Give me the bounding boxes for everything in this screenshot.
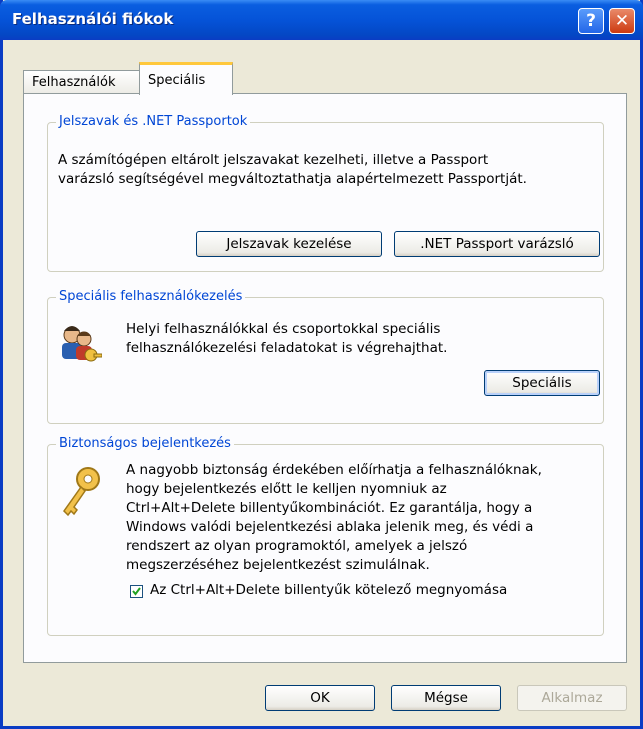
secure-logon-title: Biztonságos bejelentkezés — [56, 436, 234, 451]
close-icon[interactable]: ✕ — [609, 8, 635, 34]
secure-logon-line6: megszerzéséhez bejelentkezést szimulálna… — [126, 557, 430, 573]
passwords-group: Jelszavak és .NET Passportok A számítógé… — [47, 114, 604, 272]
users-keys-icon — [62, 326, 102, 362]
secure-logon-line3: Ctrl+Alt+Delete billentyűkombinációt. Ez… — [126, 500, 533, 516]
tab-panel-advanced: Jelszavak és .NET Passportok A számítógé… — [23, 93, 627, 663]
advanced-button[interactable]: Speciális — [484, 370, 600, 396]
user-accounts-window: Felhasználói fiókok ? ✕ Felhasználók Spe… — [0, 0, 643, 729]
title-bar[interactable]: Felhasználói fiókok ? ✕ — [0, 0, 643, 40]
cancel-button[interactable]: Mégse — [391, 685, 501, 711]
apply-button[interactable]: Alkalmaz — [517, 685, 627, 711]
secure-logon-line2: hogy bejelentkezés előtt le kelljen nyom… — [126, 481, 447, 497]
passwords-group-title: Jelszavak és .NET Passportok — [56, 114, 251, 129]
advanced-user-description-line2: felhasználókezelési feladatokat is végre… — [126, 340, 448, 356]
advanced-user-management-title: Speciális felhasználókezelés — [56, 289, 246, 304]
ok-button[interactable]: OK — [265, 685, 375, 711]
tab-users[interactable]: Felhasználók — [23, 70, 141, 94]
advanced-user-management-group: Speciális felhasználókezelés Helyi felha… — [47, 289, 604, 424]
window-title: Felhasználói fiókok — [12, 10, 174, 28]
help-icon[interactable]: ? — [578, 8, 604, 34]
ctrl-alt-delete-checkbox[interactable] — [130, 585, 143, 598]
key-icon — [63, 467, 100, 517]
advanced-user-description-line1: Helyi felhasználókkal és csoportokkal sp… — [126, 321, 441, 337]
checkmark-icon — [132, 587, 141, 596]
secure-logon-line4: Windows valódi bejelentkezési ablaka jel… — [126, 519, 534, 535]
ctrl-alt-delete-checkbox-label[interactable]: Az Ctrl+Alt+Delete billentyűk kötelező m… — [150, 581, 507, 600]
net-passport-wizard-button[interactable]: .NET Passport varázsló — [394, 231, 600, 257]
passwords-description-line2: varázsló segítségével megváltoztathatja … — [58, 171, 527, 187]
manage-passwords-button[interactable]: Jelszavak kezelése — [196, 231, 382, 257]
passwords-description-line1: A számítógépen eltárolt jelszavakat keze… — [58, 152, 489, 168]
secure-logon-line5: rendszert az olyan programoktól, amelyek… — [126, 538, 468, 554]
secure-logon-line1: A nagyobb biztonság érdekében előírhatja… — [126, 462, 542, 478]
tab-advanced[interactable]: Speciális — [139, 62, 233, 95]
secure-logon-group: Biztonságos bejelentkezés A nagyobb bizt… — [47, 436, 604, 636]
